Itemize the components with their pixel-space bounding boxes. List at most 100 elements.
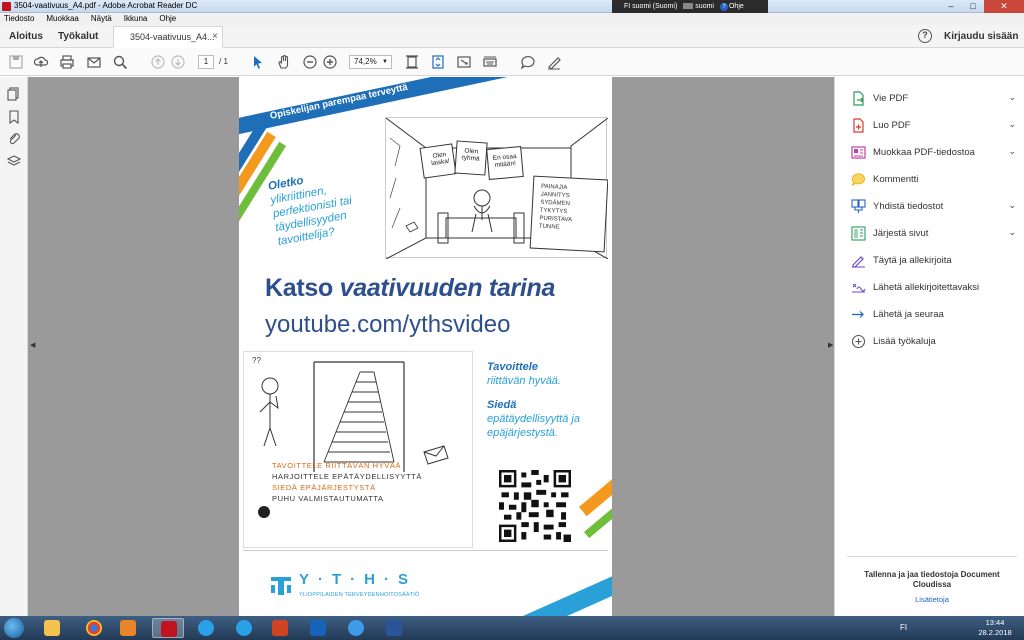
zoom-out-icon[interactable] <box>302 54 318 70</box>
outlook-icon <box>310 620 326 636</box>
tab-home[interactable]: Aloitus <box>9 31 43 42</box>
minimize-button[interactable]: – <box>940 0 962 13</box>
taskbar-powerpoint[interactable] <box>264 618 296 638</box>
skype-icon <box>236 620 252 636</box>
start-button[interactable] <box>4 618 24 638</box>
footer-divider <box>243 550 608 551</box>
send-for-signature-icon <box>852 283 866 293</box>
hand-tool-icon[interactable] <box>276 54 292 70</box>
tip2-bold: Siedä <box>487 399 517 411</box>
save-icon[interactable] <box>8 54 24 70</box>
create-pdf-icon <box>853 118 864 133</box>
scroll-mode-icon[interactable] <box>430 54 446 70</box>
taskbar-chrome[interactable] <box>78 618 110 638</box>
taskbar-acrobat[interactable] <box>152 618 184 638</box>
chevron-down-icon[interactable]: ⌄ <box>1008 227 1016 238</box>
chevron-down-icon[interactable]: ⌄ <box>1008 92 1016 103</box>
email-icon[interactable] <box>86 54 102 70</box>
tips-box: Tavoittele riittävän hyvää. Siedä epätäy… <box>487 360 607 440</box>
clock[interactable]: 13:44 28.2.2018 <box>970 618 1020 638</box>
upload-cloud-icon[interactable] <box>33 54 49 70</box>
page-number-input[interactable]: 1 <box>198 55 214 69</box>
tool-label: Kommentti <box>873 174 919 185</box>
taskbar-media[interactable] <box>112 618 144 638</box>
language-bar[interactable]: FI suomi (Suomi) suomi ? Ohje <box>612 0 768 13</box>
page-thumbnails-icon[interactable] <box>7 87 21 101</box>
menu-file[interactable]: Tiedosto <box>4 13 34 25</box>
taskbar-skype[interactable] <box>190 618 222 638</box>
maximize-icon: □ <box>970 1 976 11</box>
menu-bar: Tiedosto Muokkaa Näytä Ikkuna Ohje <box>0 13 1024 25</box>
chevron-down-icon[interactable]: ⌄ <box>1008 146 1016 157</box>
close-button[interactable]: ✕ <box>984 0 1024 13</box>
search-icon[interactable] <box>112 54 128 70</box>
fullscreen-icon[interactable] <box>456 54 472 70</box>
langbar-help[interactable]: ? Ohje <box>719 2 744 11</box>
comment-tool-icon[interactable] <box>520 54 536 70</box>
tab-close-icon[interactable]: × <box>212 31 218 42</box>
previous-page-icon[interactable] <box>150 54 166 70</box>
attachment-icon[interactable] <box>7 132 21 146</box>
next-page-icon[interactable] <box>170 54 186 70</box>
clock-date: 28.2.2018 <box>978 628 1012 637</box>
media-player-icon <box>120 620 136 636</box>
tab-document[interactable]: 3504-vaativuus_A4... × <box>113 26 223 48</box>
tool-export-pdf[interactable]: Vie PDF ⌄ <box>851 90 1016 108</box>
tool-create-pdf[interactable]: Luo PDF ⌄ <box>851 117 1016 135</box>
tool-fill-sign[interactable]: Täytä ja allekirjoita <box>851 252 1016 270</box>
yths-logo-subtitle: YLIOPPILAIDEN TERVEYDENHOITOSÄÄTIÖ <box>299 592 420 598</box>
menu-edit[interactable]: Muokkaa <box>46 13 78 25</box>
decor-corner-orange <box>579 449 612 517</box>
folder-icon <box>44 620 60 636</box>
tool-send-for-signature[interactable]: Lähetä allekirjoitettavaksi <box>851 279 1016 297</box>
taskbar-ie[interactable] <box>340 618 372 638</box>
maximize-button[interactable]: □ <box>962 0 984 13</box>
tool-combine-files[interactable]: Yhdistä tiedostot ⌄ <box>851 198 1016 216</box>
headline-italic: vaativuuden tarina <box>339 274 556 302</box>
chevron-down-icon[interactable]: ⌄ <box>1008 119 1016 130</box>
tool-edit-pdf[interactable]: Muokkaa PDF-tiedostoa ⌄ <box>851 144 1016 162</box>
more-tools-icon <box>851 334 866 349</box>
powerpoint-icon <box>272 620 288 636</box>
chevron-down-icon[interactable]: ⌄ <box>1008 200 1016 211</box>
layers-icon[interactable] <box>6 154 22 168</box>
keyboard-tool-icon[interactable] <box>482 54 498 70</box>
tool-label: Lisää työkaluja <box>873 336 936 347</box>
sketch-couch-illustration: Olen laiska! Olen tyhmä En osaa mitään! … <box>385 117 609 260</box>
select-cursor-icon[interactable] <box>250 54 266 70</box>
taskbar: FI 13:44 28.2.2018 <box>0 616 1024 640</box>
tool-label: Luo PDF <box>873 120 911 131</box>
send-track-icon <box>852 311 864 318</box>
taskbar-outlook[interactable] <box>302 618 334 638</box>
advice-line: HARJOITTELE EPÄTÄYDELLISYYTTÄ <box>272 472 422 481</box>
zoom-select[interactable]: 74,2% ▼ <box>349 55 392 69</box>
keyboard-layout[interactable]: suomi <box>683 3 714 10</box>
tool-send-track[interactable]: Lähetä ja seuraa <box>851 306 1016 324</box>
input-language[interactable]: FI suomi (Suomi) <box>624 3 677 10</box>
menu-view[interactable]: Näytä <box>91 13 112 25</box>
menu-help[interactable]: Ohje <box>159 13 176 25</box>
print-icon[interactable] <box>59 54 75 70</box>
bookmark-icon[interactable] <box>7 110 21 125</box>
tray-language[interactable]: FI <box>900 623 907 632</box>
help-button[interactable]: ? <box>918 29 932 43</box>
learn-more-link[interactable]: Lisätietoja <box>849 595 1015 604</box>
menu-window[interactable]: Ikkuna <box>124 13 148 25</box>
tip1-bold: Tavoittele <box>487 361 538 373</box>
taskbar-skype-business[interactable] <box>228 618 260 638</box>
tool-comment[interactable]: Kommentti <box>851 171 1016 189</box>
sign-tool-icon[interactable] <box>546 54 562 70</box>
tool-label: Vie PDF <box>873 93 909 104</box>
cloud-promo-text: Tallenna ja jaa tiedostoja Document Clou… <box>864 570 1000 589</box>
sign-in-button[interactable]: Kirjaudu sisään <box>944 31 1018 42</box>
collapse-right-icon[interactable]: ▶ <box>828 341 833 349</box>
taskbar-word[interactable] <box>378 618 410 638</box>
taskbar-explorer[interactable] <box>36 618 68 638</box>
tab-tools[interactable]: Työkalut <box>58 31 98 42</box>
tool-organize-pages[interactable]: Järjestä sivut ⌄ <box>851 225 1016 243</box>
collapse-left-icon[interactable]: ◀ <box>30 341 35 349</box>
tool-more-tools[interactable]: Lisää työkaluja <box>851 333 1016 351</box>
tools-panel: Vie PDF ⌄ Luo PDF ⌄ Muokkaa PDF-tiedostoa ⌄… <box>834 77 1024 616</box>
page-fit-icon[interactable] <box>404 54 420 70</box>
zoom-in-icon[interactable] <box>322 54 338 70</box>
